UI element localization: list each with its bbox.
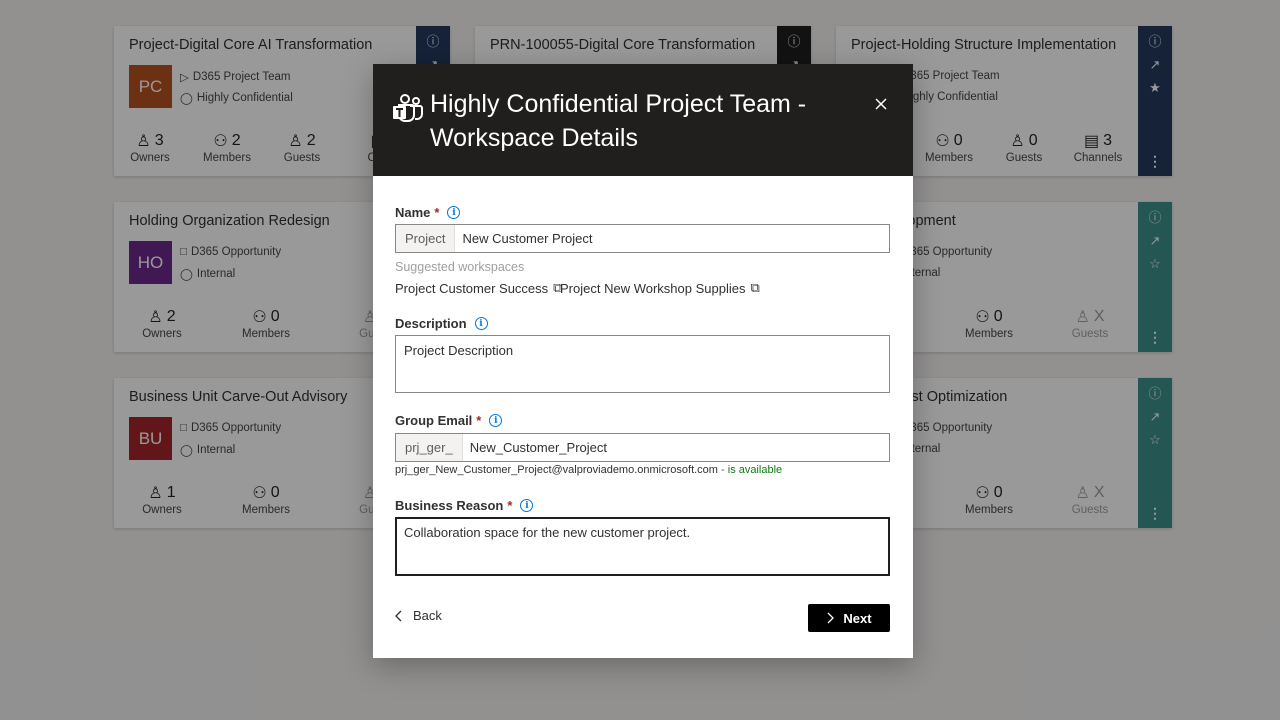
email-address: prj_ger_New_Customer_Project@valproviade… <box>395 464 718 476</box>
name-input[interactable]: New Customer Project <box>455 231 592 246</box>
close-button[interactable] <box>871 94 891 114</box>
name-label: Name * i <box>395 205 461 220</box>
info-icon[interactable]: i <box>489 414 503 427</box>
chevron-left-icon <box>395 610 402 621</box>
business-reason-label: Business Reason * i <box>395 498 534 513</box>
next-button[interactable]: Next <box>808 604 890 632</box>
dialog-title: Highly Confidential Project Team - Works… <box>430 90 807 152</box>
name-field[interactable]: Project New Customer Project <box>395 224 890 253</box>
business-reason-textarea[interactable]: Collaboration space for the new customer… <box>395 517 890 576</box>
group-email-label: Group Email * i <box>395 413 503 428</box>
suggested-workspaces-label: Suggested workspaces <box>395 260 525 274</box>
chevron-right-icon <box>827 612 835 624</box>
info-icon[interactable]: i <box>474 317 488 330</box>
info-icon[interactable]: i <box>447 206 461 219</box>
teams-icon <box>393 94 423 122</box>
back-button[interactable]: Back <box>395 608 442 623</box>
email-availability: prj_ger_New_Customer_Project@valproviade… <box>395 464 782 476</box>
required-marker: * <box>434 205 440 220</box>
group-email-prefix: prj_ger_ <box>396 434 463 461</box>
description-textarea[interactable]: Project Description <box>395 335 890 393</box>
close-icon <box>875 98 887 110</box>
availability-status: - is available <box>717 464 783 476</box>
group-email-input[interactable]: New_Customer_Project <box>463 440 607 455</box>
suggested-workspace-link[interactable]: Project Customer Success ⧉ <box>395 280 562 296</box>
suggested-workspace-link[interactable]: Project New Workshop Supplies ⧉ <box>560 280 760 296</box>
info-icon[interactable]: i <box>520 499 534 512</box>
name-prefix: Project <box>396 225 456 252</box>
description-label: Description i <box>395 316 488 331</box>
open-external-icon: ⧉ <box>750 280 760 295</box>
workspace-details-dialog: Highly Confidential Project Team - Works… <box>373 64 913 658</box>
required-marker: * <box>507 498 513 513</box>
dialog-header: Highly Confidential Project Team - Works… <box>373 64 913 176</box>
required-marker: * <box>476 413 482 428</box>
group-email-field[interactable]: prj_ger_ New_Customer_Project <box>395 433 890 462</box>
